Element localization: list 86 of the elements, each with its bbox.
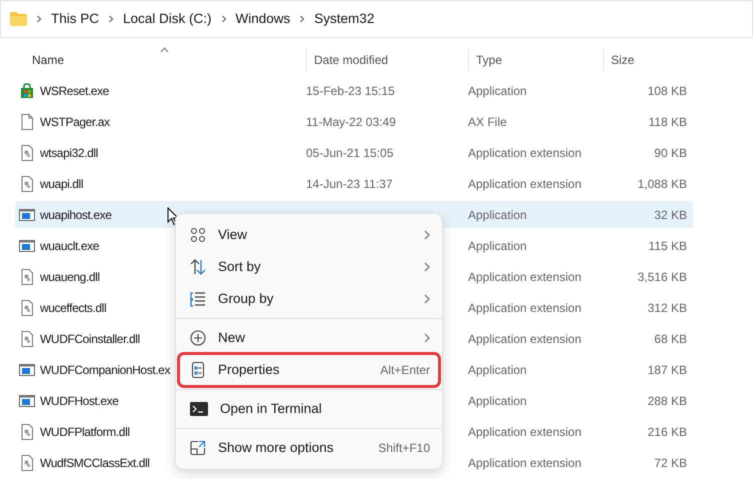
file-type: Application extension — [468, 332, 582, 346]
file-type: Application extension — [468, 270, 582, 284]
file-size: 3,516 KB — [638, 270, 687, 284]
gear-file-icon — [19, 454, 35, 470]
gear-file-icon — [19, 144, 35, 160]
file-name[interactable]: WUDFPlatform.dll — [40, 422, 130, 440]
gear-file-icon — [19, 330, 35, 346]
file-type: Application extension — [468, 176, 582, 190]
date-modified: 14-Jun-23 11:37 — [306, 176, 393, 190]
window-icon — [19, 392, 35, 408]
menu-item[interactable]: Properties Alt+Enter — [180, 355, 438, 385]
file-name[interactable]: WUDFHost.exe — [40, 392, 119, 410]
file-size: 108 KB — [648, 84, 687, 98]
menu-item[interactable]: Group by — [180, 284, 438, 314]
file-size: 288 KB — [648, 394, 687, 408]
file-type: Application — [468, 238, 527, 252]
breadcrumb-item[interactable]: System32 — [314, 8, 374, 30]
file-name[interactable]: WSReset.exe — [40, 82, 109, 100]
file-size: 32 KB — [654, 208, 687, 222]
file-type: Application — [468, 84, 527, 98]
column-header[interactable]: Date modified — [314, 51, 388, 69]
gear-file-icon — [19, 176, 35, 192]
chevron-icon — [220, 15, 228, 23]
file-type: Application extension — [468, 456, 582, 470]
breadcrumb-item[interactable]: Windows — [236, 8, 290, 30]
column-header[interactable]: Name — [32, 51, 64, 69]
file-type: Application extension — [468, 146, 582, 160]
file-size: 115 KB — [648, 238, 687, 252]
menu-item[interactable]: Sort by — [180, 252, 438, 282]
menu-item[interactable]: View — [180, 220, 438, 250]
window-icon — [19, 238, 35, 254]
file-size: 216 KB — [648, 424, 687, 438]
store-bag-icon — [19, 82, 35, 98]
file-type: Application extension — [468, 300, 582, 314]
sort-ascending-icon — [160, 47, 169, 53]
terminal-icon — [190, 402, 208, 416]
file-type: Application extension — [468, 424, 582, 438]
breadcrumb-item[interactable]: Local Disk (C:) — [123, 8, 212, 30]
expand-window-icon — [190, 440, 206, 456]
properties-sheet-icon — [190, 362, 206, 378]
gear-file-icon — [19, 268, 35, 284]
chevron-icon — [35, 15, 43, 23]
file-name[interactable]: wuauclt.exe — [40, 236, 99, 254]
file-name[interactable]: WUDFCoinstaller.dll — [40, 330, 140, 348]
file-size: 312 KB — [648, 300, 687, 314]
file-name[interactable]: WUDFCompanionHost.ex — [40, 360, 170, 378]
file-size: 1,088 KB — [638, 176, 687, 190]
file-type: Application — [468, 362, 527, 376]
shortcut-text: Shift+F10 — [378, 440, 430, 457]
file-size: 90 KB — [654, 146, 687, 160]
file-name[interactable]: wuapi.dll — [40, 174, 84, 192]
file-size: 187 KB — [648, 362, 687, 376]
grid-icon — [190, 227, 206, 243]
file-name[interactable]: WSTPager.ax — [40, 112, 110, 130]
column-header[interactable]: Type — [476, 51, 502, 69]
window-icon — [19, 206, 35, 222]
folder-icon — [10, 12, 27, 26]
sort-arrows-icon — [190, 259, 206, 275]
blank-file-icon — [19, 114, 35, 130]
breadcrumb-item[interactable]: This PC — [51, 8, 100, 30]
file-type: AX File — [468, 114, 507, 128]
file-size: 72 KB — [654, 456, 687, 470]
window-icon — [19, 362, 35, 378]
grouped-list-icon — [190, 291, 206, 307]
column-header[interactable]: Size — [611, 51, 634, 69]
menu-item[interactable]: Open in Terminal — [180, 394, 438, 424]
shortcut-text: Alt+Enter — [380, 362, 430, 379]
gear-file-icon — [19, 300, 35, 316]
menu-item[interactable]: New — [180, 323, 438, 353]
date-modified: 11-May-22 03:49 — [306, 114, 396, 128]
file-size: 68 KB — [654, 332, 687, 346]
plus-circle-icon — [190, 330, 206, 346]
file-name[interactable]: wuaueng.dll — [40, 268, 100, 286]
file-name[interactable]: wuceffects.dll — [40, 298, 106, 316]
file-size: 118 KB — [648, 114, 687, 128]
date-modified: 15-Feb-23 15:15 — [306, 84, 395, 98]
chevron-icon — [298, 15, 306, 23]
file-type: Application — [468, 394, 527, 408]
file-name[interactable]: wtsapi32.dll — [40, 144, 98, 162]
menu-item[interactable]: Show more options Shift+F10 — [180, 433, 438, 463]
date-modified: 05-Jun-21 15:05 — [306, 146, 394, 160]
chevron-icon — [107, 15, 116, 23]
file-name[interactable]: wuapihost.exe — [40, 206, 112, 224]
file-type: Application — [468, 208, 527, 222]
file-name[interactable]: WudfSMCClassExt.dll — [40, 454, 150, 472]
gear-file-icon — [19, 424, 35, 440]
